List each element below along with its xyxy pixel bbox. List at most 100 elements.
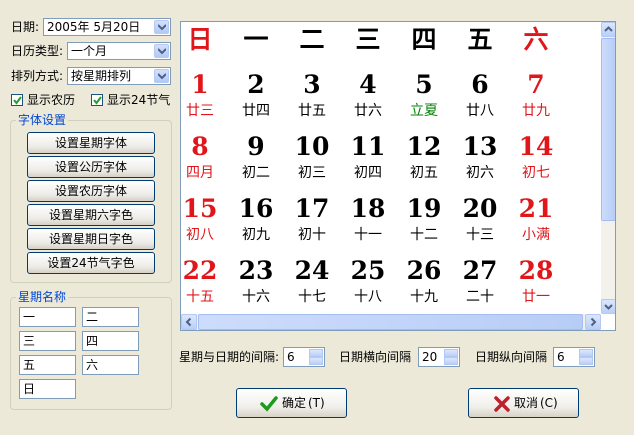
show-lunar-label: 显示农历 [27,93,76,107]
lunar-date: 初八 [186,227,214,243]
lunar-date: 小满 [522,227,550,243]
set-sunday-color-button[interactable]: 设置星期日字色 [27,228,155,250]
spin-down-icon[interactable] [579,357,593,365]
lunar-date: 四月 [186,165,214,181]
scroll-up-button[interactable] [601,22,615,37]
ok-button[interactable]: 确定 (T) [236,388,347,418]
set-gregorian-font-button[interactable]: 设置公历字体 [27,156,155,178]
day-number: 22 [182,256,218,285]
lunar-date: 初二 [242,165,270,181]
chevron-down-icon[interactable] [154,44,169,58]
weekday-header: 日 [187,25,213,54]
caltype-label: 日历类型: [11,44,64,58]
lunar-date: 十一 [354,227,382,243]
cancel-button[interactable]: 取消 (C) [468,388,579,418]
day-number: 12 [406,132,442,161]
week-name-input-thu[interactable]: 四 [82,331,139,351]
day-number: 14 [518,132,554,161]
set-solar-term-color-button[interactable]: 设置24节气字色 [27,252,155,274]
horizontal-scroll-thumb[interactable] [198,314,583,330]
day-number: 11 [350,132,386,161]
spin-up-icon[interactable] [579,349,593,357]
show-lunar-checkbox[interactable]: 显示农历 [11,93,91,109]
set-saturday-color-button[interactable]: 设置星期六字色 [27,204,155,226]
spin-up-icon[interactable] [444,349,458,357]
lunar-date: 初六 [466,165,494,181]
vertical-scroll-thumb[interactable] [601,38,615,221]
font-settings-title: 字体设置 [16,113,69,127]
scroll-down-button[interactable] [601,299,615,314]
weekday-header: 一 [243,25,269,54]
spin-down-icon[interactable] [309,357,323,365]
lunar-date: 初七 [522,165,550,181]
scroll-right-button[interactable] [585,314,601,330]
day-number: 25 [350,256,386,285]
lunar-date: 十三 [466,227,494,243]
caltype-select[interactable]: 一个月 [67,42,171,60]
weekday-header: 四 [411,25,437,54]
lunar-date: 廿九 [522,103,550,119]
set-week-font-button[interactable]: 设置星期字体 [27,132,155,154]
day-number: 8 [191,132,209,161]
spinner-buttons [309,349,323,365]
day-number: 7 [527,70,545,99]
lunar-date: 十五 [186,289,214,305]
calendar-preview: 日 一 二 三 四 五 六 1 廿三 2 廿四 3 廿五 4 廿六 5 立夏 6 廿八 7 廿九 8 四月 9 初二 10 初三 11… [180,21,616,331]
vertical-scrollbar[interactable] [601,22,615,314]
arrange-label: 排列方式: [11,69,64,83]
week-name-input-sun[interactable]: 日 [19,379,76,399]
lunar-date: 廿三 [186,103,214,119]
weekday-header: 六 [523,25,549,54]
lunar-date: 廿四 [242,103,270,119]
spin-up-icon[interactable] [309,349,323,357]
weekday-header: 五 [467,25,493,54]
week-name-input-mon[interactable]: 一 [19,307,76,327]
set-lunar-font-button[interactable]: 设置农历字体 [27,180,155,202]
week-name-input-wed[interactable]: 三 [19,331,76,351]
day-number: 19 [406,194,442,223]
week-name-input-fri[interactable]: 五 [19,355,76,375]
day-number: 20 [462,194,498,223]
vertical-spacing-value: 6 [557,350,565,364]
checkbox-box[interactable] [11,94,23,106]
vertical-spacing-label: 日期纵向间隔 [475,350,548,364]
lunar-date: 初十 [298,227,326,243]
day-number: 2 [247,70,265,99]
show-solar-terms-checkbox[interactable]: 显示24节气 [91,93,176,109]
spinner-buttons [444,349,458,365]
chevron-down-icon[interactable] [154,69,169,83]
day-number: 21 [518,194,554,223]
horizontal-spacing-value: 20 [422,350,438,364]
day-number: 10 [294,132,330,161]
lunar-date: 十八 [354,289,382,305]
week-name-input-sat[interactable]: 六 [82,355,139,375]
spin-down-icon[interactable] [444,357,458,365]
spinner-buttons [579,349,593,365]
horizontal-scrollbar[interactable] [181,314,601,330]
ok-label: 确定 [282,396,307,410]
scroll-left-button[interactable] [181,314,197,330]
date-value: 2005年 5月20日 [47,20,141,34]
lunar-date: 廿五 [298,103,326,119]
chevron-down-icon[interactable] [154,20,169,34]
week-date-spacing-spinner[interactable]: 6 [283,347,325,367]
week-name-input-tue[interactable]: 二 [82,307,139,327]
lunar-date: 十六 [242,289,270,305]
lunar-date: 十七 [298,289,326,305]
horizontal-spacing-spinner[interactable]: 20 [418,347,460,367]
day-number: 5 [415,70,433,99]
weekday-header: 二 [299,25,325,54]
lunar-date: 初四 [354,165,382,181]
date-picker[interactable]: 2005年 5月20日 [43,18,171,36]
vertical-spacing-spinner[interactable]: 6 [553,347,595,367]
day-number: 26 [406,256,442,285]
lunar-date: 二十 [466,289,494,305]
lunar-date: 十九 [410,289,438,305]
arrange-select[interactable]: 按星期排列 [67,67,171,85]
day-number: 1 [191,70,209,99]
lunar-date: 廿八 [466,103,494,119]
day-number: 15 [182,194,218,223]
checkbox-box[interactable] [91,94,103,106]
day-number: 3 [303,70,321,99]
chevron-up-icon [604,26,613,32]
